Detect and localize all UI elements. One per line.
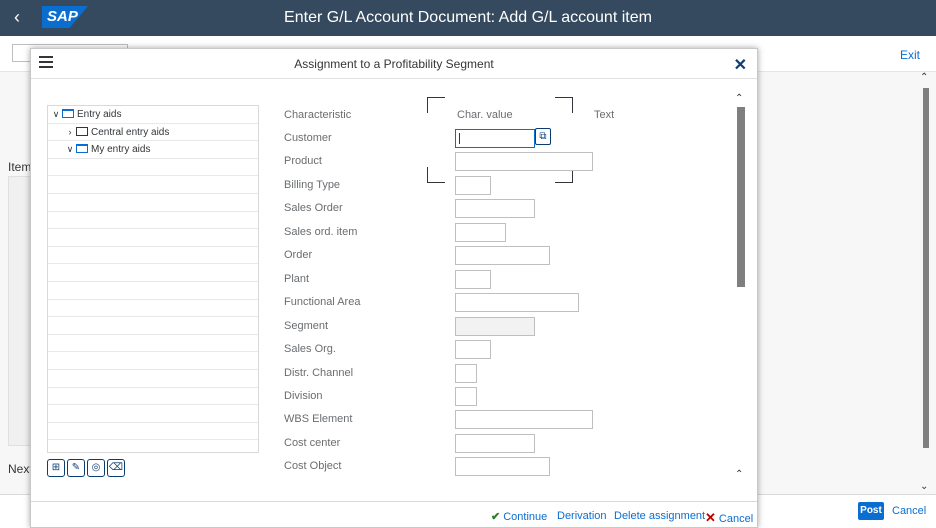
- field-label: Distr. Channel: [284, 366, 354, 379]
- field-label: Functional Area: [284, 296, 361, 309]
- tree-row[interactable]: [48, 176, 258, 194]
- folder-icon: [76, 144, 88, 154]
- tree-row[interactable]: [48, 264, 258, 282]
- page-title: Enter G/L Account Document: Add G/L acco…: [284, 9, 652, 26]
- tree-row[interactable]: ∨ Entry aids: [48, 106, 258, 124]
- folder-icon: [62, 109, 74, 118]
- char-value-input[interactable]: [455, 410, 593, 430]
- tree-row[interactable]: [48, 194, 258, 212]
- dialog-title: Assignment to a Profitability Segment: [294, 57, 494, 71]
- chevron-down-icon[interactable]: ∨: [64, 141, 76, 158]
- tree-row[interactable]: [48, 352, 258, 370]
- page-scrollbar[interactable]: ⌃ ⌄: [920, 72, 932, 492]
- scroll-down-icon[interactable]: ⌃: [735, 469, 743, 480]
- field-label: Sales ord. item: [284, 225, 358, 238]
- field-label: Sales Order: [284, 202, 343, 215]
- char-value-input[interactable]: [455, 222, 506, 242]
- display-icon[interactable]: ◎: [87, 459, 105, 477]
- char-value-input[interactable]: [455, 293, 579, 313]
- characteristic-header: Characteristic: [284, 109, 352, 121]
- tree-node-label: Central entry aids: [91, 126, 170, 138]
- checkmark-icon: ✔: [491, 511, 501, 523]
- selection-bracket: [427, 97, 445, 113]
- exit-button[interactable]: Exit: [900, 48, 920, 62]
- selection-bracket: [427, 167, 445, 183]
- shell-header: ‹ SAP Enter G/L Account Document: Add G/…: [0, 0, 936, 36]
- char-value-input[interactable]: [455, 457, 550, 477]
- derivation-button[interactable]: Derivation: [557, 510, 607, 522]
- tree-row[interactable]: [48, 247, 258, 265]
- profitability-segment-dialog: Assignment to a Profitability Segment ✕ …: [30, 48, 758, 528]
- next-label: Next: [8, 462, 33, 476]
- dialog-scrollbar[interactable]: ⌃ ⌃: [735, 93, 747, 493]
- item-label: Item: [8, 160, 32, 174]
- scroll-up-icon[interactable]: ⌃: [735, 93, 743, 104]
- field-label: Sales Org.: [284, 343, 336, 356]
- text-header: Text: [594, 109, 615, 121]
- chevron-down-icon[interactable]: ∨: [50, 106, 62, 123]
- cancel-link[interactable]: Cancel: [892, 505, 926, 517]
- entry-aids-tree: ∨ Entry aids › Central entry aids ∨ My entry …: [47, 105, 259, 453]
- post-button[interactable]: Post: [858, 502, 884, 520]
- tree-row[interactable]: [48, 317, 258, 335]
- delete-icon[interactable]: ⌫: [107, 459, 125, 477]
- tree-row[interactable]: [48, 300, 258, 318]
- field-label: Cost Object: [284, 460, 342, 473]
- tree-row[interactable]: [48, 229, 258, 247]
- field-label: Customer: [284, 132, 332, 144]
- char-value-input[interactable]: [455, 340, 491, 360]
- tree-row[interactable]: [48, 423, 258, 441]
- field-label: Cost center: [284, 436, 341, 449]
- dialog-header: Assignment to a Profitability Segment ✕: [31, 49, 757, 79]
- field-label: Plant: [284, 272, 310, 285]
- tree-node-label: Entry aids: [77, 109, 122, 120]
- chevron-right-icon[interactable]: ›: [64, 124, 76, 141]
- char-value-input[interactable]: [455, 129, 535, 148]
- tree-node-label: My entry aids: [91, 144, 151, 156]
- tree-row[interactable]: [48, 335, 258, 353]
- field-label: Product: [284, 155, 322, 168]
- field-label: Division: [284, 389, 323, 402]
- background-panel: [8, 176, 32, 446]
- delete-assignment-button[interactable]: Delete assignment: [614, 510, 705, 522]
- field-label: WBS Element: [284, 413, 353, 426]
- char-value-input[interactable]: [455, 175, 491, 195]
- cancel-icon: ✕: [705, 510, 716, 525]
- field-label: Order: [284, 249, 313, 262]
- scroll-thumb[interactable]: [737, 107, 745, 287]
- tree-row[interactable]: › Central entry aids: [48, 124, 258, 142]
- value-help-icon[interactable]: ⧉: [535, 128, 551, 145]
- continue-button[interactable]: ✔ Continue: [491, 510, 547, 523]
- folder-icon: [76, 126, 88, 136]
- field-label: Billing Type: [284, 178, 341, 191]
- tree-row[interactable]: ∨ My entry aids: [48, 141, 258, 159]
- char-value-header: Char. value: [457, 109, 513, 121]
- scroll-up-icon[interactable]: ⌃: [920, 72, 928, 83]
- char-value-input[interactable]: [455, 199, 535, 219]
- char-value-input[interactable]: [455, 152, 593, 172]
- edit-icon[interactable]: ✎: [67, 459, 85, 477]
- char-value-input[interactable]: [455, 386, 477, 406]
- create-entry-aid-icon[interactable]: ⊞: [47, 459, 65, 477]
- cancel-button[interactable]: ✕ Cancel: [705, 510, 753, 526]
- char-value-input[interactable]: [455, 363, 477, 383]
- scroll-thumb[interactable]: [923, 88, 929, 448]
- char-value-input: [455, 316, 535, 336]
- close-icon[interactable]: ✕: [734, 55, 747, 75]
- tree-row[interactable]: [48, 159, 258, 177]
- tree-row[interactable]: [48, 212, 258, 230]
- tree-row[interactable]: [48, 405, 258, 423]
- scroll-down-icon[interactable]: ⌄: [920, 481, 928, 492]
- char-value-input[interactable]: [455, 246, 550, 266]
- char-value-input[interactable]: [455, 269, 491, 289]
- char-value-input[interactable]: [455, 433, 535, 453]
- field-label: Segment: [284, 319, 329, 332]
- selection-bracket: [555, 97, 573, 113]
- tree-row[interactable]: [48, 388, 258, 406]
- text-cursor: [459, 133, 460, 144]
- tree-row[interactable]: [48, 370, 258, 388]
- tree-toolbar: ⊞ ✎ ◎ ⌫: [47, 457, 127, 477]
- tree-row[interactable]: [48, 282, 258, 300]
